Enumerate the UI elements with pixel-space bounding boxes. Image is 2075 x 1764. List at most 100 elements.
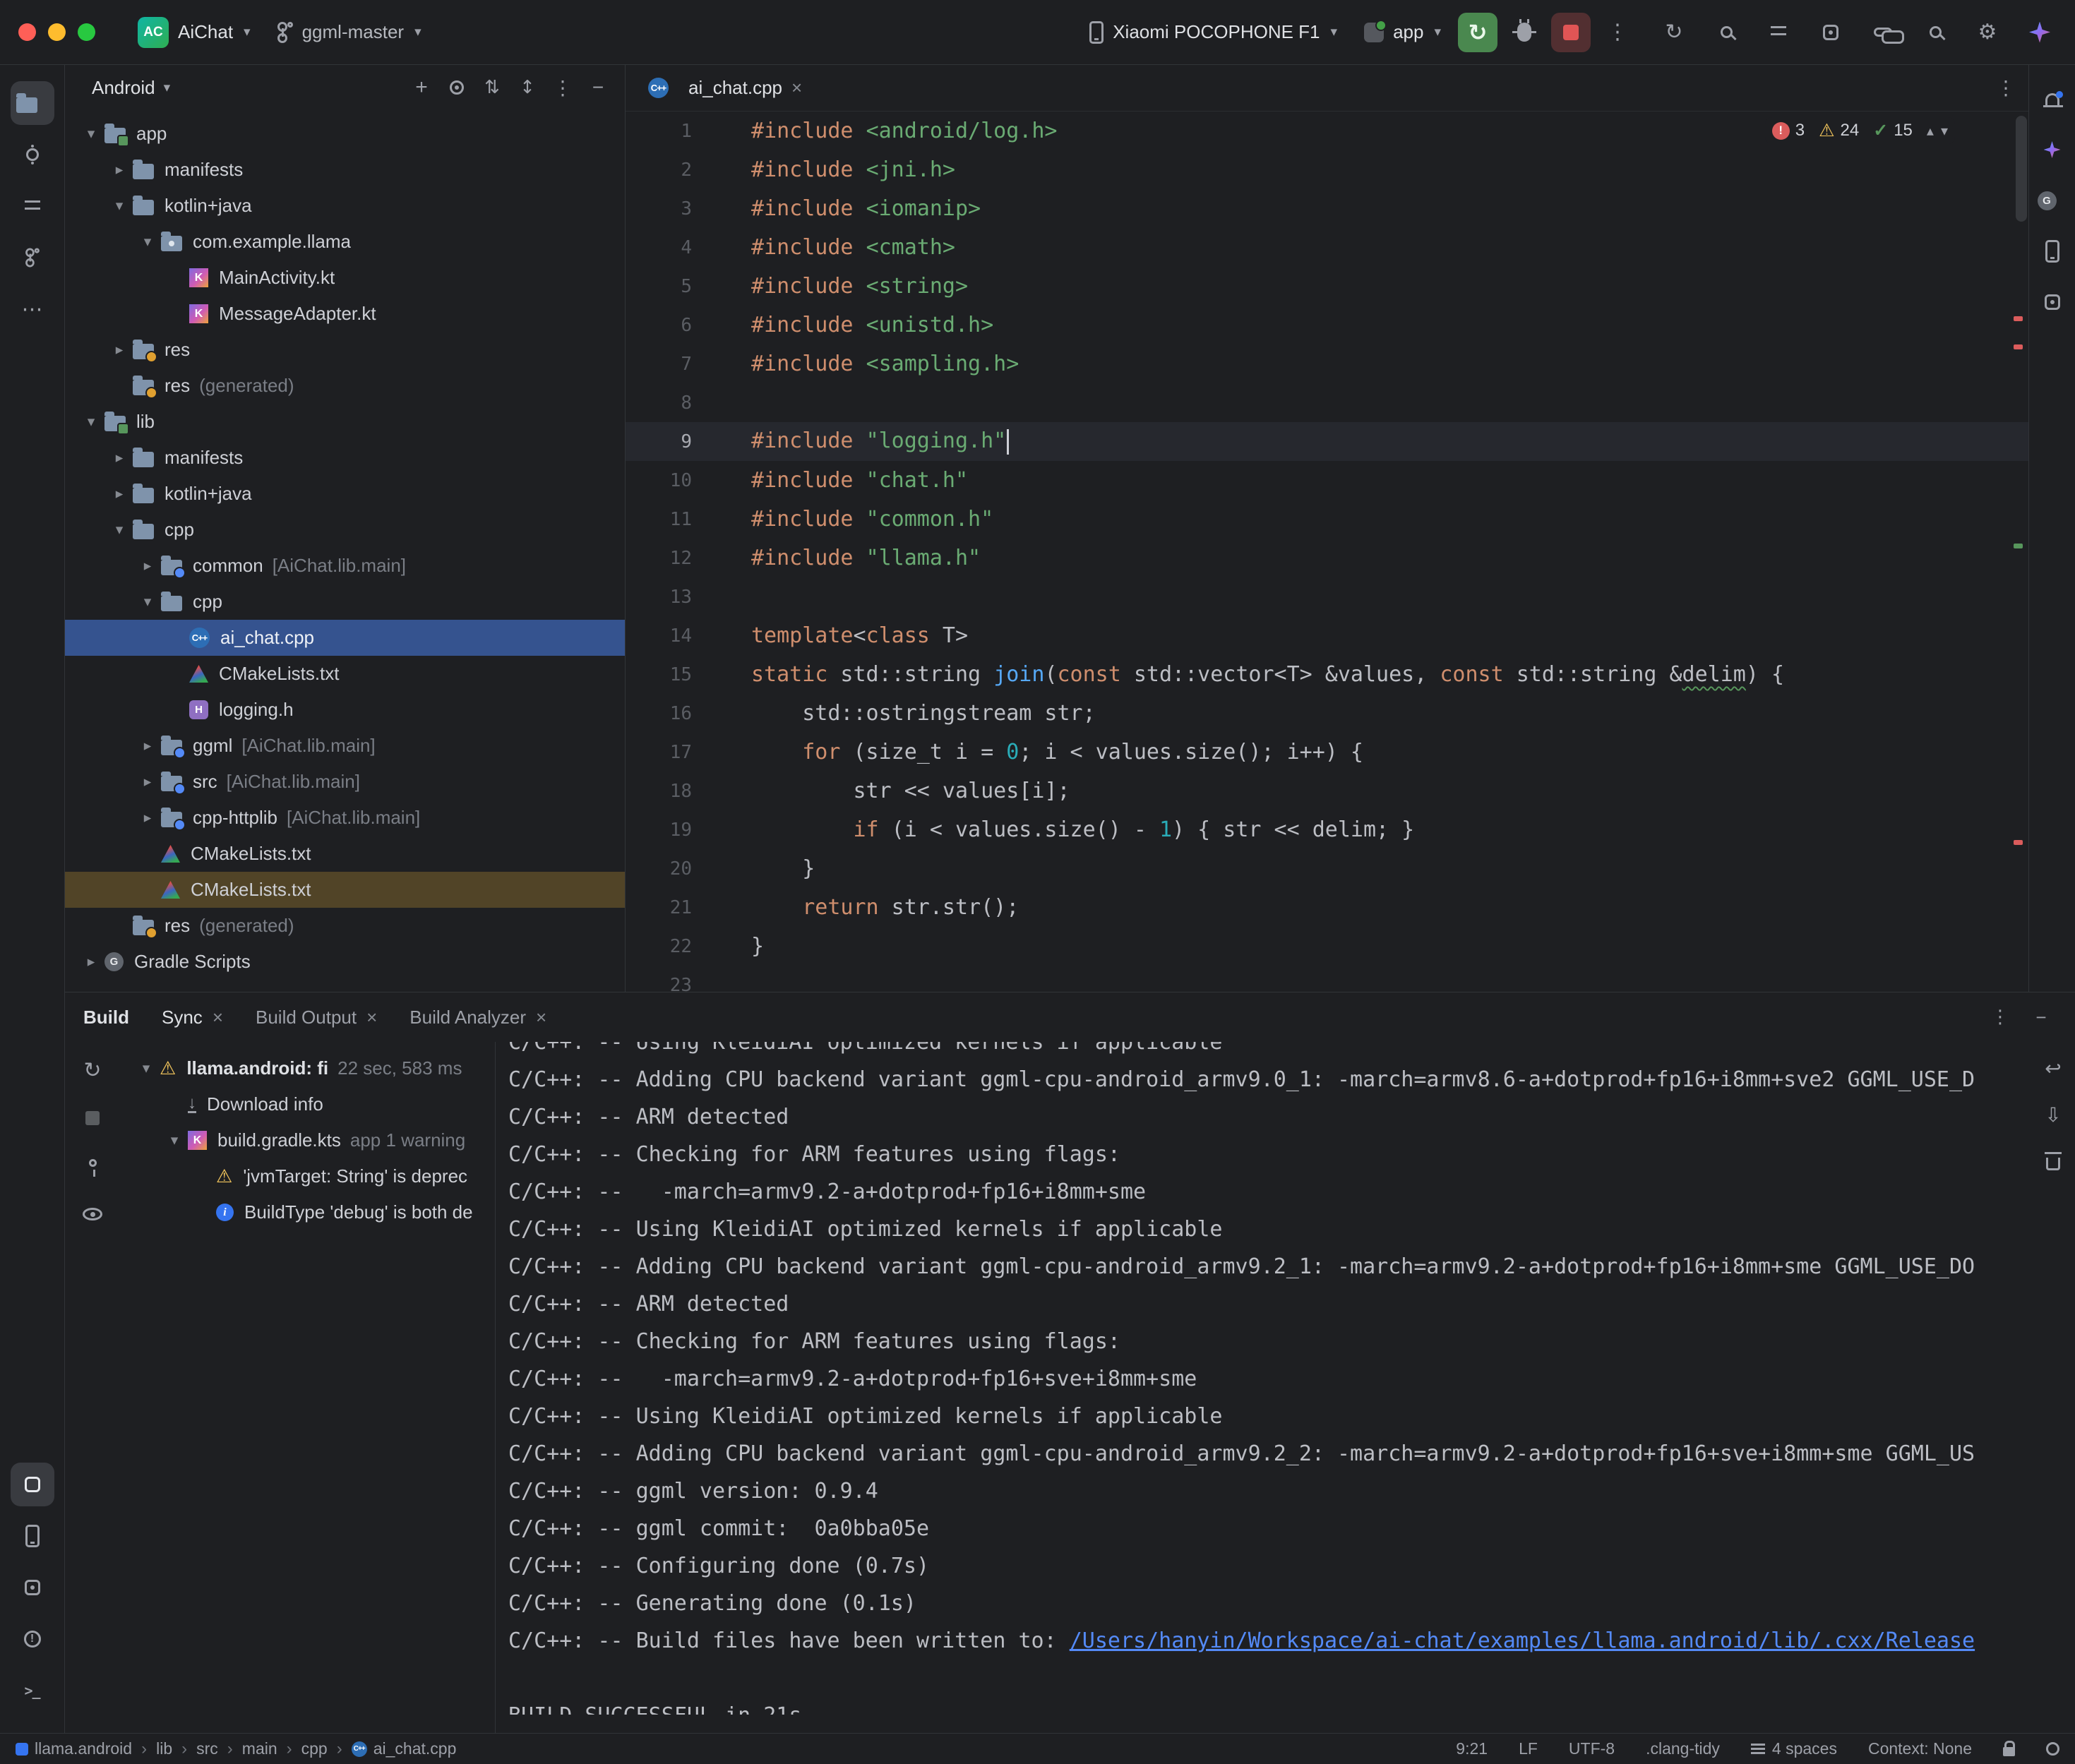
- more-tool-windows-icon[interactable]: ⋯: [11, 287, 54, 331]
- breadcrumb-item-ai-chat-cpp[interactable]: ai_chat.cpp: [352, 1739, 457, 1758]
- device-link-icon[interactable]: [1863, 13, 1903, 52]
- build-tools-icon[interactable]: [1811, 13, 1850, 52]
- tree-item-ggml[interactable]: ▸ggml[AiChat.lib.main]: [65, 728, 625, 764]
- code-line[interactable]: 6#include <unistd.h>: [626, 306, 2028, 344]
- tree-item-cpp[interactable]: ▾cpp: [65, 512, 625, 548]
- scroll-to-end-icon[interactable]: ⇩: [2037, 1098, 2069, 1131]
- show-filters-icon[interactable]: [77, 1199, 108, 1230]
- code-line[interactable]: 19 if (i < values.size() - 1) { str << d…: [626, 810, 2028, 849]
- tree-item-lib[interactable]: ▾lib: [65, 404, 625, 440]
- build-tab-build-output[interactable]: Build Output×: [256, 1007, 377, 1028]
- close-window-button[interactable]: [18, 23, 36, 41]
- code-line[interactable]: 21 return str.str();: [626, 888, 2028, 927]
- breadcrumb-item-main[interactable]: main: [242, 1739, 277, 1758]
- code-line[interactable]: 8: [626, 383, 2028, 422]
- code-line[interactable]: 20 }: [626, 849, 2028, 888]
- status-widget-icon[interactable]: [2046, 1742, 2059, 1756]
- ai-assistant-icon[interactable]: [2033, 131, 2071, 169]
- more-run-actions-button[interactable]: ⋮: [1598, 13, 1637, 52]
- tree-item-mainactivity-kt[interactable]: MainActivity.kt: [65, 260, 625, 296]
- prev-problem-icon[interactable]: ▴: [1927, 122, 1934, 140]
- collapse-all-icon[interactable]: ↕: [512, 72, 543, 103]
- hide-panel-icon[interactable]: −: [582, 72, 614, 103]
- search-code-icon[interactable]: [1706, 13, 1746, 52]
- stop-button[interactable]: [1551, 13, 1591, 52]
- build-tool-icon[interactable]: [11, 1463, 54, 1506]
- build-tab-build-analyzer[interactable]: Build Analyzer×: [409, 1007, 546, 1028]
- lock-icon[interactable]: [2003, 1747, 2015, 1756]
- tree-item-src[interactable]: ▸src[AiChat.lib.main]: [65, 764, 625, 800]
- chevron-open-icon[interactable]: ▾: [161, 1132, 188, 1149]
- build-tab-sync[interactable]: Sync×: [162, 1007, 223, 1028]
- tree-item-cpp-httplib[interactable]: ▸cpp-httplib[AiChat.lib.main]: [65, 800, 625, 836]
- line-separator[interactable]: LF: [1519, 1739, 1538, 1758]
- close-tab-icon[interactable]: ×: [791, 77, 802, 99]
- problems-tool-icon[interactable]: !: [11, 1617, 54, 1661]
- context-status[interactable]: Context: None: [1868, 1739, 1972, 1758]
- gradle-tool-icon[interactable]: [2033, 181, 2071, 220]
- code-line[interactable]: 2#include <jni.h>: [626, 150, 2028, 189]
- select-opened-file-icon[interactable]: [441, 72, 472, 103]
- code-line[interactable]: 22}: [626, 927, 2028, 966]
- code-line[interactable]: 13: [626, 577, 2028, 616]
- hide-build-panel-icon[interactable]: −: [2026, 1002, 2057, 1033]
- code-line[interactable]: 16 std::ostringstream str;: [626, 694, 2028, 733]
- close-tab-icon[interactable]: ×: [366, 1007, 377, 1028]
- breadcrumb-item-lib[interactable]: lib: [156, 1739, 172, 1758]
- project-view-title[interactable]: Android: [92, 77, 155, 99]
- error-stripe-mark[interactable]: [2014, 544, 2023, 548]
- chevron-closed-icon[interactable]: ▸: [134, 773, 161, 791]
- tree-item-logging-h[interactable]: logging.h: [65, 692, 625, 728]
- breadcrumb-item-llama-android[interactable]: llama.android: [16, 1739, 132, 1758]
- file-encoding[interactable]: UTF-8: [1569, 1739, 1615, 1758]
- tree-item-messageadapter-kt[interactable]: MessageAdapter.kt: [65, 296, 625, 332]
- tree-item-cmakelists-txt[interactable]: CMakeLists.txt: [65, 656, 625, 692]
- chevron-closed-icon[interactable]: ▸: [106, 161, 133, 179]
- panel-options-icon[interactable]: ⋮: [547, 72, 578, 103]
- tree-item-common[interactable]: ▸common[AiChat.lib.main]: [65, 548, 625, 584]
- structure-tool-icon[interactable]: [11, 184, 54, 228]
- app-quality-insights-icon[interactable]: [2033, 283, 2071, 321]
- build-console[interactable]: C/C++: -- Using KleidiAI optimized kerne…: [496, 1042, 2075, 1715]
- code-line[interactable]: 7#include <sampling.h>: [626, 344, 2028, 383]
- tree-item-app[interactable]: ▾app: [65, 116, 625, 152]
- settings-icon[interactable]: ⚙: [1968, 13, 2007, 52]
- tree-item-ai-chat-cpp[interactable]: ai_chat.cpp: [65, 620, 625, 656]
- notifications-icon[interactable]: [2033, 80, 2071, 118]
- code-line[interactable]: 4#include <cmath>: [626, 228, 2028, 267]
- error-stripe-mark[interactable]: [2014, 316, 2023, 321]
- add-icon[interactable]: +: [406, 72, 437, 103]
- chevron-open-icon[interactable]: ▾: [133, 1060, 160, 1077]
- caret-position[interactable]: 9:21: [1456, 1739, 1488, 1758]
- editor-scrollbar[interactable]: [2016, 116, 2027, 222]
- build-panel-title[interactable]: Build: [83, 1007, 129, 1028]
- minimize-window-button[interactable]: [48, 23, 66, 41]
- project-widget[interactable]: AC AiChat ▾: [128, 11, 261, 54]
- indent-setting[interactable]: 4 spaces: [1751, 1739, 1837, 1758]
- breadcrumb-item-cpp[interactable]: cpp: [301, 1739, 328, 1758]
- code-line[interactable]: 11#include "common.h": [626, 500, 2028, 539]
- project-tool-icon[interactable]: [11, 81, 54, 125]
- breadcrumb-item-src[interactable]: src: [196, 1739, 218, 1758]
- chevron-open-icon[interactable]: ▾: [78, 413, 104, 431]
- build-item-llama-android-fi[interactable]: ▾llama.android: fi22 sec, 583 ms: [120, 1050, 495, 1086]
- chevron-closed-icon[interactable]: ▸: [106, 485, 133, 503]
- tree-item-cpp[interactable]: ▾cpp: [65, 584, 625, 620]
- tree-item-kotlin-java[interactable]: ▸kotlin+java: [65, 476, 625, 512]
- commit-tool-icon[interactable]: [11, 133, 54, 176]
- task-list-icon[interactable]: [1759, 13, 1798, 52]
- next-problem-icon[interactable]: ▾: [1941, 122, 1948, 140]
- pin-tab-icon[interactable]: [77, 1151, 108, 1182]
- tree-item-res[interactable]: res(generated): [65, 908, 625, 944]
- close-tab-icon[interactable]: ×: [536, 1007, 546, 1028]
- chevron-open-icon[interactable]: ▾: [106, 521, 133, 539]
- code-line[interactable]: 3#include <iomanip>: [626, 189, 2028, 228]
- build-item-buildtype-debug-is-both-de[interactable]: BuildType 'debug' is both de: [120, 1194, 495, 1230]
- chevron-closed-icon[interactable]: ▸: [134, 557, 161, 575]
- editor-options-icon[interactable]: ⋮: [1996, 76, 2016, 100]
- rerun-sync-icon[interactable]: ↻: [77, 1055, 108, 1086]
- sync-project-icon[interactable]: ↻: [1654, 13, 1694, 52]
- chevron-closed-icon[interactable]: ▸: [106, 449, 133, 467]
- expand-all-icon[interactable]: ⇅: [477, 72, 508, 103]
- pull-requests-tool-icon[interactable]: [11, 236, 54, 280]
